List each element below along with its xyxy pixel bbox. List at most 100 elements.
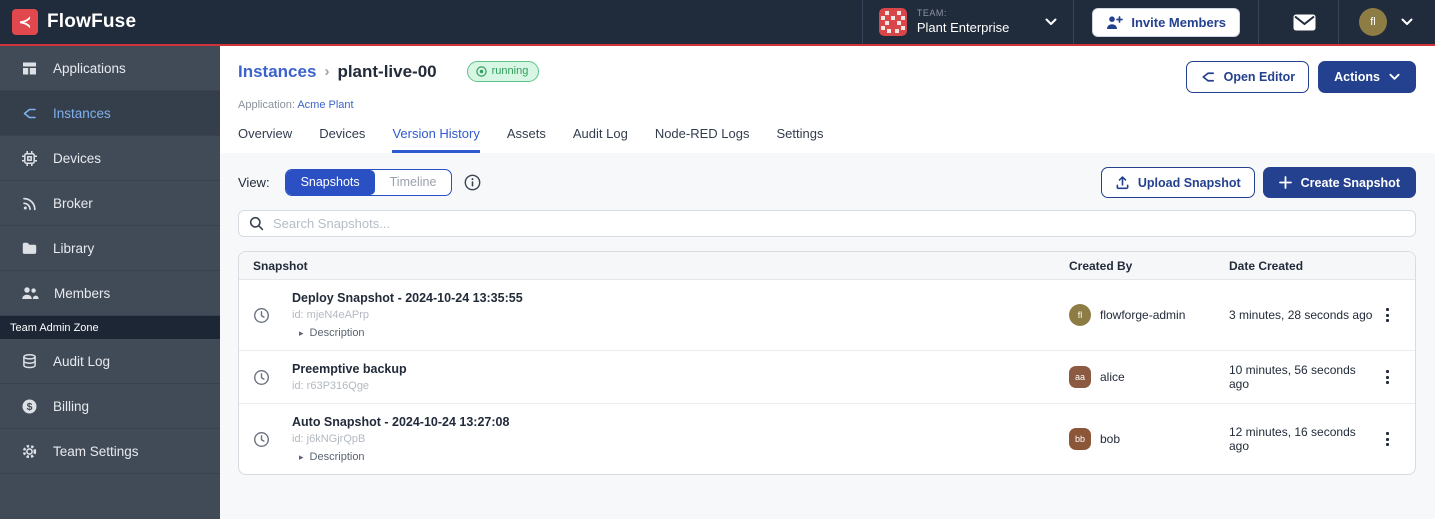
date-created: 12 minutes, 16 seconds ago — [1229, 425, 1373, 453]
snapshot-id: id: j6kNGjrQpB — [292, 433, 509, 445]
applications-icon — [21, 60, 38, 77]
team-admin-zone-header: Team Admin Zone — [0, 316, 220, 339]
user-avatar: fl — [1359, 8, 1387, 36]
table-row: Deploy Snapshot - 2024-10-24 13:35:55 id… — [239, 280, 1415, 351]
sidebar-item-broker[interactable]: Broker — [0, 181, 220, 226]
tab-node-red-logs[interactable]: Node-RED Logs — [655, 126, 750, 153]
created-by-user: bob — [1100, 432, 1120, 446]
top-navbar: ≺ FlowFuse TEAM: Plant Enterprise — [0, 0, 1435, 46]
page-title: plant-live-00 — [337, 62, 436, 82]
sidebar-item-applications[interactable]: Applications — [0, 46, 220, 91]
team-text: TEAM: Plant Enterprise — [917, 9, 1010, 35]
brand-name: FlowFuse — [47, 11, 136, 33]
page-header: Instances › plant-live-00 running — [220, 46, 1435, 153]
team-selector[interactable]: TEAM: Plant Enterprise — [863, 0, 1074, 44]
tab-assets[interactable]: Assets — [507, 126, 546, 153]
app-window: ≺ FlowFuse TEAM: Plant Enterprise — [0, 0, 1435, 519]
tab-version-history[interactable]: Version History — [392, 126, 479, 153]
mail-button[interactable] — [1293, 14, 1316, 31]
invite-members-button[interactable]: Invite Members — [1092, 8, 1240, 37]
description-label: Description — [310, 327, 365, 339]
tab-settings[interactable]: Settings — [776, 126, 823, 153]
upload-snapshot-button[interactable]: Upload Snapshot — [1101, 167, 1255, 198]
column-header-snapshot: Snapshot — [253, 259, 1069, 273]
caret-right-icon: ▸ — [299, 328, 304, 339]
user-menu[interactable]: fl — [1339, 8, 1421, 36]
kebab-menu-icon[interactable] — [1373, 304, 1401, 326]
table-header: Snapshot Created By Date Created — [239, 252, 1415, 280]
description-toggle[interactable]: ▸ Description — [299, 327, 523, 339]
view-toggle-group: Snapshots Timeline — [285, 169, 453, 196]
create-snapshot-label: Create Snapshot — [1301, 176, 1400, 190]
library-icon — [21, 240, 38, 257]
info-button[interactable] — [464, 174, 481, 191]
table-row: Auto Snapshot - 2024-10-24 13:27:08 id: … — [239, 404, 1415, 474]
members-icon — [21, 285, 39, 301]
kebab-menu-icon[interactable] — [1373, 366, 1401, 388]
tab-devices[interactable]: Devices — [319, 126, 365, 153]
team-name: Plant Enterprise — [917, 21, 1010, 35]
application-label: Application: — [238, 99, 295, 111]
actions-button[interactable]: Actions — [1318, 61, 1416, 93]
billing-icon: $ — [21, 398, 38, 415]
kebab-menu-icon[interactable] — [1373, 428, 1401, 450]
devices-icon — [21, 150, 38, 167]
target-icon — [476, 66, 487, 77]
sidebar-item-label: Broker — [53, 196, 93, 211]
broker-icon — [21, 195, 38, 212]
tab-bar: Overview Devices Version History Assets … — [238, 126, 1416, 153]
search-icon — [249, 216, 264, 231]
sidebar-item-label: Instances — [53, 106, 111, 121]
view-toolbar: View: Snapshots Timeline — [238, 167, 1416, 198]
snapshot-id: id: r63P316Qge — [292, 380, 407, 392]
sidebar-item-team-settings[interactable]: Team Settings — [0, 429, 220, 474]
flowfuse-logo-icon: ≺ — [12, 9, 38, 35]
description-toggle[interactable]: ▸ Description — [299, 451, 509, 463]
avatar: bb — [1069, 428, 1091, 450]
sidebar-item-devices[interactable]: Devices — [0, 136, 220, 181]
sidebar-item-label: Members — [54, 286, 110, 301]
open-editor-button[interactable]: Open Editor — [1186, 61, 1310, 93]
date-created: 10 minutes, 56 seconds ago — [1229, 363, 1373, 391]
toggle-snapshots[interactable]: Snapshots — [286, 170, 375, 195]
sidebar-item-instances[interactable]: Instances — [0, 91, 220, 136]
invite-members-label: Invite Members — [1131, 15, 1226, 30]
search-input[interactable] — [273, 216, 1405, 231]
main-content: Instances › plant-live-00 running — [220, 46, 1435, 519]
application-link[interactable]: Acme Plant — [297, 99, 353, 111]
brand: ≺ FlowFuse — [12, 9, 136, 35]
clock-icon — [253, 369, 270, 386]
sidebar-item-label: Devices — [53, 151, 101, 166]
view-label: View: — [238, 175, 270, 190]
sidebar-item-audit-log[interactable]: Audit Log — [0, 339, 220, 384]
clock-icon — [253, 431, 270, 448]
caret-right-icon: ▸ — [299, 452, 304, 463]
sidebar-item-label: Library — [53, 241, 94, 256]
create-snapshot-button[interactable]: Create Snapshot — [1263, 167, 1416, 198]
column-header-created-by: Created By — [1069, 259, 1229, 273]
team-avatar — [879, 8, 907, 36]
snapshot-id: id: mjeN4eAPrp — [292, 309, 523, 321]
svg-text:$: $ — [27, 401, 33, 413]
snapshots-table: Snapshot Created By Date Created Deplo — [238, 251, 1416, 475]
open-editor-label: Open Editor — [1224, 70, 1296, 84]
breadcrumb-instances-link[interactable]: Instances — [238, 62, 316, 82]
header-actions: Open Editor Actions — [1186, 61, 1416, 93]
application-line: Application: Acme Plant — [238, 99, 1416, 111]
avatar: fl — [1069, 304, 1091, 326]
table-row: Preemptive backup id: r63P316Qge aa alic… — [239, 351, 1415, 404]
toggle-timeline[interactable]: Timeline — [375, 170, 452, 195]
clock-icon — [253, 307, 270, 324]
sidebar-item-billing[interactable]: $ Billing — [0, 384, 220, 429]
chevron-down-icon — [1045, 18, 1057, 26]
breadcrumb: Instances › plant-live-00 running — [238, 61, 539, 82]
tab-overview[interactable]: Overview — [238, 126, 292, 153]
description-label: Description — [310, 451, 365, 463]
sidebar-item-members[interactable]: Members — [0, 271, 220, 316]
sidebar-item-label: Team Settings — [53, 444, 139, 459]
tab-audit-log[interactable]: Audit Log — [573, 126, 628, 153]
upload-snapshot-label: Upload Snapshot — [1138, 176, 1241, 190]
sidebar: Applications Instances Devices — [0, 46, 220, 519]
sidebar-item-library[interactable]: Library — [0, 226, 220, 271]
chevron-down-icon — [1401, 18, 1413, 26]
